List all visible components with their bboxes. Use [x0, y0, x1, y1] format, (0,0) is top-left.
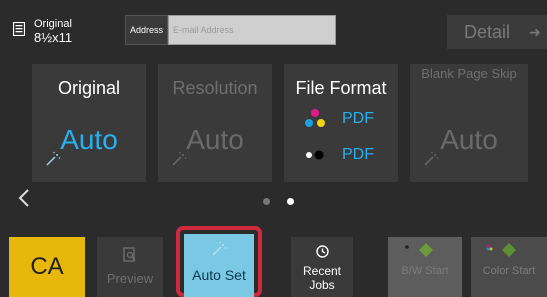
auto-set-icon: [212, 241, 227, 256]
color-start-label: Color Start: [482, 265, 536, 277]
mono-dots-icon: [306, 150, 324, 160]
start-diamond-icon: [405, 243, 433, 257]
preview-label: Preview: [106, 271, 154, 286]
address-button[interactable]: Address: [125, 15, 168, 45]
original-size: 8½x11: [34, 30, 73, 45]
ca-label: CA: [30, 253, 64, 280]
chevron-left-icon[interactable]: [18, 189, 30, 207]
page-dot-2[interactable]: [287, 198, 294, 205]
format-color-label: PDF: [342, 110, 374, 127]
color-start-button: Color Start: [471, 237, 547, 297]
bw-start-button: B/W Start: [388, 237, 462, 297]
color-dots-icon: [305, 109, 325, 127]
magic-wand-icon: [172, 151, 187, 166]
start-diamond-icon: [486, 243, 516, 257]
ca-button[interactable]: CA: [9, 237, 85, 297]
recent-jobs-button[interactable]: Recent Jobs: [291, 237, 353, 297]
preview-icon: [123, 247, 136, 262]
address-label: Address: [129, 25, 164, 35]
format-mono-label: PDF: [342, 146, 374, 163]
detail-button[interactable]: Detail ➜: [447, 15, 547, 49]
format-mono-row: PDF: [304, 146, 374, 164]
auto-set-label: Auto Set: [192, 267, 246, 283]
card-title-resolution: Resolution: [172, 78, 258, 98]
address-input[interactable]: E-mail Address: [168, 15, 336, 45]
card-title-blank-page-skip: Blank Page Skip: [421, 66, 517, 81]
recent-jobs-icon: [316, 245, 329, 258]
original-doc-icon: [13, 22, 25, 36]
card-blank-page-skip: Blank Page Skip Auto: [410, 64, 528, 182]
recent-jobs-label: Recent Jobs: [302, 264, 342, 292]
card-original[interactable]: Original Auto: [32, 64, 146, 182]
arrow-right-icon: ➜: [529, 24, 541, 40]
auto-set-button[interactable]: Auto Set: [184, 234, 254, 297]
bw-start-label: B/W Start: [401, 265, 449, 277]
card-resolution: Resolution Auto: [158, 64, 272, 182]
top-bar: Original 8½x11 Address E-mail Address De…: [0, 0, 547, 54]
magic-wand-icon: [424, 151, 439, 166]
card-title-original: Original: [57, 78, 121, 98]
format-color-row: PDF: [304, 108, 374, 130]
original-size-display[interactable]: Original 8½x11: [34, 18, 72, 44]
detail-label: Detail: [464, 22, 511, 42]
card-file-format[interactable]: File Format PDF PDF: [284, 64, 398, 182]
page-dot-1[interactable]: [263, 198, 270, 205]
card-title-file-format: File Format: [295, 78, 387, 98]
preview-button: Preview: [97, 237, 163, 297]
magic-wand-icon: [46, 151, 61, 166]
address-placeholder: E-mail Address: [173, 25, 234, 35]
